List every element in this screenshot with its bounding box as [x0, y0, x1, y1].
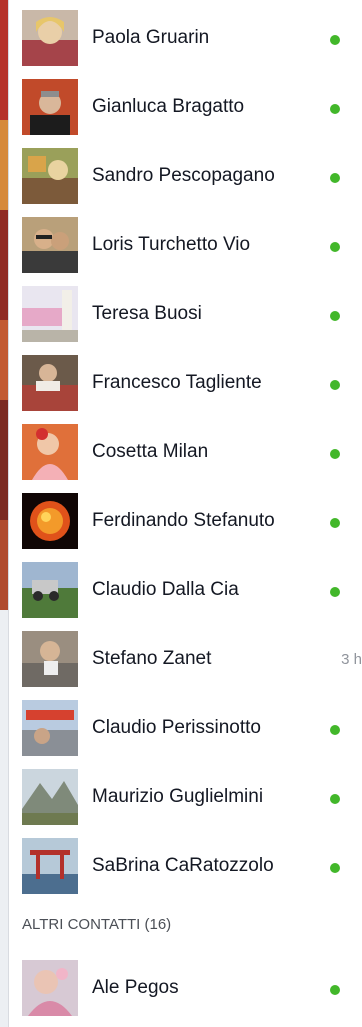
contact-name: Sandro Pescopagano — [92, 165, 275, 186]
contact-row[interactable]: Sandro Pescopagano — [22, 148, 362, 204]
user-photo-avatar — [22, 148, 78, 204]
online-status-dot — [330, 725, 340, 735]
online-status-dot — [330, 587, 340, 597]
online-status-dot — [330, 794, 340, 804]
user-photo-avatar — [22, 217, 78, 273]
online-status-dot — [330, 35, 340, 45]
user-photo-avatar — [22, 493, 78, 549]
contact-row[interactable]: Claudio Perissinotto — [22, 700, 362, 756]
contact-name: SaBrina CaRatozzolo — [92, 855, 274, 876]
chat-sidebar-screen: Paola Gruarin Gianluca Bragatto Sandro P… — [0, 0, 362, 1027]
contact-row[interactable]: Cosetta Milan — [22, 424, 362, 480]
contact-name: Stefano Zanet — [92, 648, 212, 669]
contact-name: Claudio Dalla Cia — [92, 579, 239, 600]
other-contacts-header: ALTRI CONTATTI (16) — [22, 916, 172, 933]
contact-row[interactable]: Maurizio Guglielmini — [22, 769, 362, 825]
chat-contact-list: Paola Gruarin Gianluca Bragatto Sandro P… — [8, 0, 362, 1027]
online-status-dot — [330, 173, 340, 183]
user-photo-avatar — [22, 424, 78, 480]
contact-name: Loris Turchetto Vio — [92, 234, 251, 255]
user-photo-avatar — [22, 769, 78, 825]
contact-row[interactable]: Paola Gruarin — [22, 10, 362, 66]
online-status-dot — [330, 449, 340, 459]
contact-row[interactable]: Stefano Zanet 3 h — [22, 631, 362, 687]
contact-row[interactable]: Ale Pegos — [22, 960, 362, 1016]
contact-name: Maurizio Guglielmini — [92, 786, 264, 807]
contact-row[interactable]: Gianluca Bragatto — [22, 79, 362, 135]
online-status-dot — [330, 863, 340, 873]
online-status-dot — [330, 242, 340, 252]
contact-name: Claudio Perissinotto — [92, 717, 261, 738]
contact-row[interactable]: Francesco Tagliente — [22, 355, 362, 411]
contact-name: Ferdinando Stefanuto — [92, 510, 275, 531]
user-photo-avatar — [22, 838, 78, 894]
user-photo-avatar — [22, 700, 78, 756]
background-page-edge — [0, 0, 8, 1027]
contact-row[interactable]: Teresa Buosi — [22, 286, 362, 342]
user-photo-avatar — [22, 355, 78, 411]
user-photo-avatar — [22, 10, 78, 66]
user-photo-avatar — [22, 960, 78, 1016]
online-status-dot — [330, 985, 340, 995]
contact-name: Paola Gruarin — [92, 27, 210, 48]
user-photo-avatar — [22, 631, 78, 687]
contact-row[interactable]: Ferdinando Stefanuto — [22, 493, 362, 549]
user-photo-avatar — [22, 286, 78, 342]
user-photo-avatar — [22, 562, 78, 618]
contact-name: Cosetta Milan — [92, 441, 209, 462]
contact-name: Francesco Tagliente — [92, 372, 262, 393]
contact-name: Gianluca Bragatto — [92, 96, 245, 117]
online-status-dot — [330, 518, 340, 528]
contact-row[interactable]: Loris Turchetto Vio — [22, 217, 362, 273]
contact-row[interactable]: Claudio Dalla Cia — [22, 562, 362, 618]
online-status-dot — [330, 380, 340, 390]
contact-name: Teresa Buosi — [92, 303, 202, 324]
user-photo-avatar — [22, 79, 78, 135]
contact-name: Ale Pegos — [92, 977, 179, 998]
online-status-dot — [330, 104, 340, 114]
last-active-time: 3 h — [341, 651, 362, 668]
contact-row[interactable]: SaBrina CaRatozzolo — [22, 838, 362, 894]
online-status-dot — [330, 311, 340, 321]
